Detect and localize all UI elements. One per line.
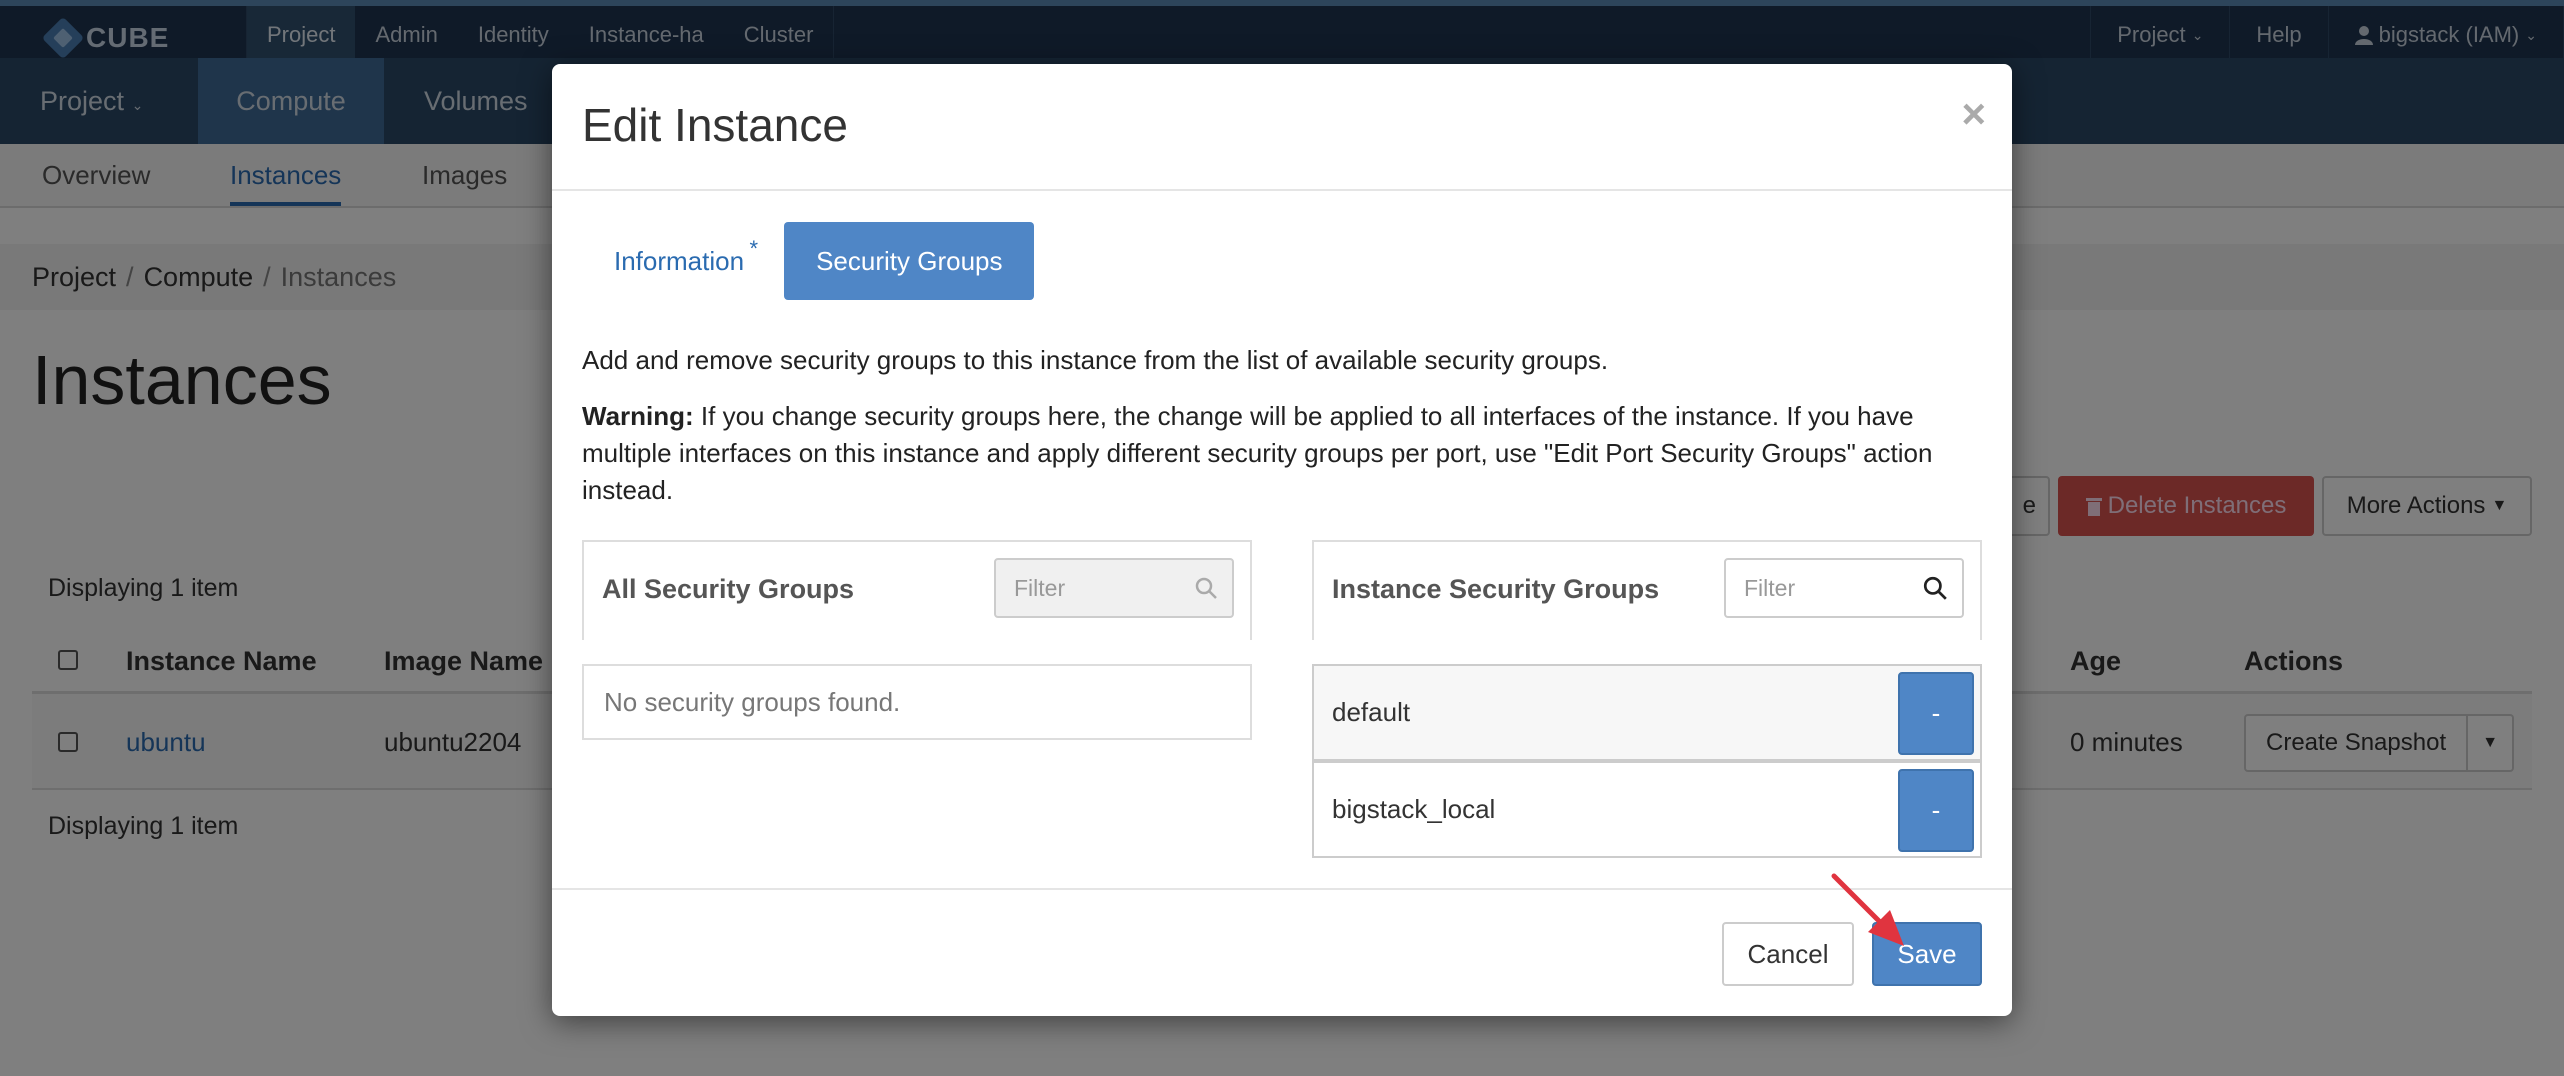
warning-text: Warning: If you change security groups h…: [582, 398, 1982, 509]
modal-footer: Cancel Save: [552, 888, 2012, 1016]
tab-information-label: Information: [614, 245, 745, 276]
required-mark: *: [749, 235, 759, 261]
modal-header: Edit Instance ×: [552, 64, 2012, 191]
tab-security-groups[interactable]: Security Groups: [784, 222, 1035, 300]
close-icon[interactable]: ×: [1961, 90, 1986, 138]
warning-body: If you change security groups here, the …: [582, 401, 1933, 505]
all-security-groups-header: All Security Groups Filter: [582, 540, 1252, 640]
remove-security-group-button[interactable]: -: [1898, 672, 1974, 755]
instance-groups-filter-input[interactable]: Filter: [1724, 558, 1964, 618]
instance-security-groups-header: Instance Security Groups Filter: [1312, 540, 1982, 640]
modal-title: Edit Instance: [582, 99, 848, 151]
search-icon: [1923, 576, 1947, 600]
tab-information[interactable]: Information *: [582, 236, 758, 277]
warning-label: Warning:: [582, 401, 694, 431]
list-item: default -: [1312, 664, 1982, 761]
all-security-groups-title: All Security Groups: [602, 574, 855, 604]
all-groups-filter-input[interactable]: Filter: [994, 558, 1234, 618]
instance-security-groups-title: Instance Security Groups: [1332, 574, 1660, 604]
security-group-name: default: [1332, 697, 1411, 727]
list-item: bigstack_local -: [1312, 761, 1982, 858]
annotation-arrow-icon: [1831, 873, 1904, 946]
all-groups-filter-placeholder: Filter: [1014, 574, 1066, 601]
security-group-name: bigstack_local: [1332, 794, 1496, 824]
help-text: Add and remove security groups to this i…: [582, 345, 1609, 375]
search-icon: [1195, 577, 1217, 599]
instance-groups-filter-placeholder: Filter: [1744, 574, 1796, 601]
all-groups-empty: No security groups found.: [582, 664, 1252, 740]
instance-groups-list: default - bigstack_local -: [1312, 664, 1984, 860]
edit-instance-modal: Edit Instance × Information * Security G…: [552, 64, 2012, 1016]
remove-security-group-button[interactable]: -: [1898, 769, 1974, 852]
modal-tabs: Information * Security Groups: [582, 222, 1035, 300]
